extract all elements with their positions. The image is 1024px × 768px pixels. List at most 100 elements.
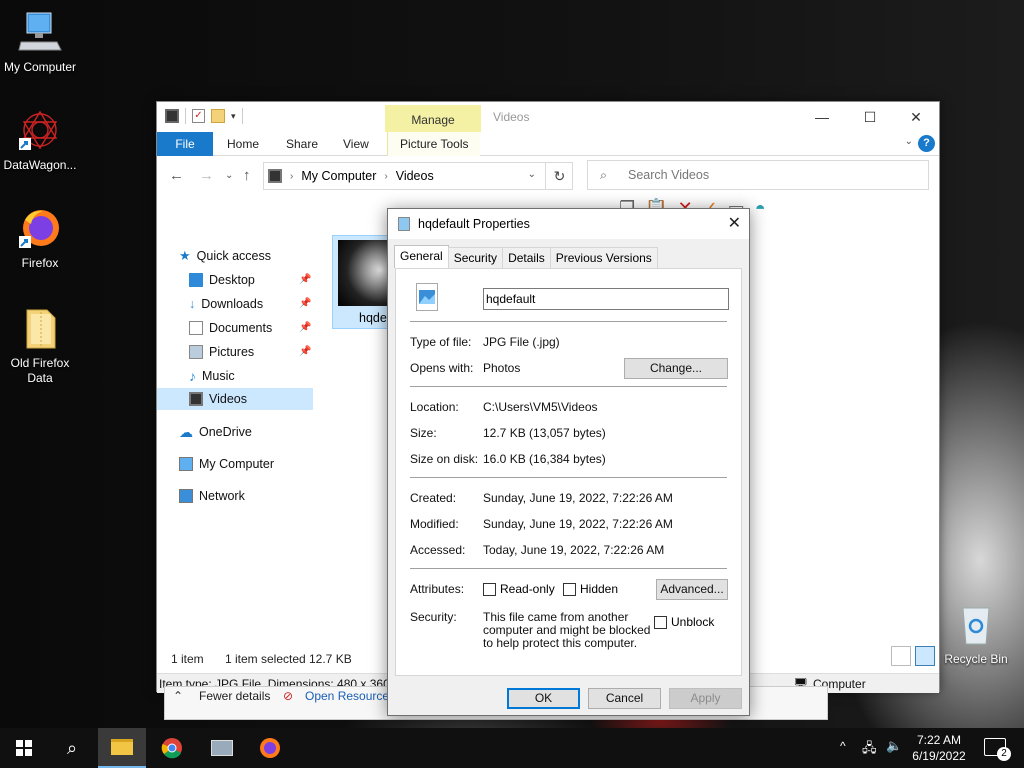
created-label: Created: — [410, 491, 457, 505]
forward-arrow-icon[interactable]: → — [199, 167, 214, 184]
notification-center-icon[interactable]: 2 — [984, 738, 1011, 761]
tab-file[interactable]: File — [157, 132, 213, 156]
tab-general[interactable]: General — [394, 245, 449, 268]
firefox-icon — [17, 206, 63, 252]
tab-view[interactable]: View — [331, 132, 381, 156]
dialog-title: hqdefault Properties — [418, 217, 530, 231]
filename-input[interactable]: hqdefault — [483, 288, 729, 310]
sidebar-item-downloads[interactable]: ↓ Downloads 📌 — [189, 293, 317, 315]
chevron-up-circle-icon[interactable]: ⌃ — [173, 689, 183, 703]
modified-label: Modified: — [410, 517, 459, 531]
recent-locations-icon[interactable]: ⌄ — [225, 170, 233, 181]
clock[interactable]: 7:22 AM 6/19/2022 — [908, 732, 970, 764]
ok-button[interactable]: OK — [507, 688, 580, 709]
film-icon[interactable] — [165, 109, 179, 123]
desktop-icon-my-computer[interactable]: My Computer — [0, 10, 80, 75]
nav-quick-access[interactable]: ★ Quick access — [179, 245, 271, 267]
refresh-icon[interactable]: ↻ — [545, 162, 573, 190]
network-icon[interactable]: 🖧 — [862, 739, 877, 761]
desktop-icon-old-firefox-data[interactable]: Old Firefox Data — [0, 306, 80, 386]
checkbox-box[interactable] — [483, 582, 496, 596]
quick-access-toolbar: ✓ ▾ — [165, 108, 243, 124]
chrome-icon — [161, 738, 182, 759]
apply-button[interactable]: Apply — [669, 688, 742, 709]
unblock-checkbox[interactable]: Unblock — [654, 615, 714, 629]
sidebar-item-music[interactable]: ♪ Music — [189, 365, 317, 387]
large-icons-view-icon[interactable] — [915, 646, 935, 666]
chevron-up-icon[interactable]: ⌄ — [905, 136, 913, 147]
tab-details[interactable]: Details — [502, 247, 551, 268]
fewer-details-link[interactable]: Fewer details — [199, 689, 270, 703]
search-placeholder: Search Videos — [628, 168, 710, 182]
nav-onedrive[interactable]: ☁ OneDrive — [179, 421, 252, 443]
checkbox-box[interactable] — [563, 582, 576, 596]
pin-icon[interactable]: 📌 — [299, 293, 311, 315]
breadcrumb-my-computer[interactable]: My Computer — [301, 169, 376, 183]
maximize-button[interactable]: ☐ — [847, 104, 893, 130]
readonly-checkbox[interactable]: Read-only — [483, 582, 555, 596]
nav-network[interactable]: Network — [179, 485, 245, 507]
hidden-checkbox[interactable]: Hidden — [563, 582, 618, 596]
change-button[interactable]: Change... — [624, 358, 728, 379]
sidebar-item-pictures[interactable]: Pictures 📌 — [189, 341, 317, 363]
properties-icon[interactable]: ✓ — [192, 109, 205, 123]
sidebar-item-desktop[interactable]: Desktop 📌 — [189, 269, 317, 291]
firefox-icon — [260, 738, 280, 758]
status-size: 12.7 KB — [309, 652, 352, 666]
location-value: C:\Users\VM5\Videos — [483, 400, 598, 414]
taskbar-firefox[interactable] — [246, 728, 294, 768]
manage-contextual-tab[interactable]: Manage — [385, 105, 481, 132]
qat-dropdown-icon[interactable]: ▾ — [231, 111, 236, 122]
breadcrumb-videos[interactable]: Videos — [396, 169, 434, 183]
search-button[interactable]: ⌕ — [48, 728, 96, 768]
search-input[interactable]: ⌕ Search Videos — [587, 160, 929, 190]
details-view-icon[interactable] — [891, 646, 911, 666]
volume-icon[interactable]: 🔈 — [886, 738, 902, 754]
window-title: Videos — [493, 110, 530, 124]
taskbar-chrome[interactable] — [148, 728, 196, 768]
desktop-icon-datawagon[interactable]: DataWagon... — [0, 108, 80, 173]
show-hidden-icons[interactable]: ^ — [840, 739, 846, 753]
pin-icon[interactable]: 📌 — [299, 341, 311, 363]
new-folder-icon[interactable] — [211, 109, 225, 123]
open-resource-link[interactable]: Open Resource — [305, 689, 389, 703]
chevron-right-icon[interactable]: › — [290, 171, 293, 182]
tab-previous-versions[interactable]: Previous Versions — [549, 247, 658, 268]
chevron-right-icon[interactable]: › — [384, 171, 387, 182]
file-item-hqdefault[interactable]: hqdef — [332, 235, 394, 329]
nav-label: Documents — [209, 321, 273, 335]
dialog-close-button[interactable]: ✕ — [728, 213, 741, 233]
divider — [410, 386, 727, 387]
desktop-icon-label: Firefox — [21, 256, 59, 270]
start-button[interactable] — [0, 728, 48, 768]
tab-home[interactable]: Home — [215, 132, 271, 156]
address-dropdown-icon[interactable]: ⌄ — [528, 169, 536, 180]
shell-icon[interactable]: ◓ — [755, 198, 766, 219]
taskbar-file-explorer[interactable] — [98, 728, 146, 768]
tab-security[interactable]: Security — [447, 247, 504, 268]
desktop-icon-recycle-bin[interactable]: Recycle Bin — [936, 602, 1016, 667]
taskbar-computer[interactable] — [198, 728, 246, 768]
nav-label: Downloads — [201, 297, 264, 311]
music-note-icon: ♪ — [189, 368, 196, 384]
tab-picture-tools[interactable]: Picture Tools — [387, 132, 481, 156]
advanced-button[interactable]: Advanced... — [656, 579, 728, 600]
folder-icon — [17, 306, 63, 352]
sidebar-item-documents[interactable]: Documents 📌 — [189, 317, 317, 339]
sidebar-item-videos[interactable]: Videos — [157, 388, 313, 410]
minimize-button[interactable]: — — [799, 104, 845, 130]
pin-icon[interactable]: 📌 — [299, 269, 311, 291]
desktop-icon-firefox[interactable]: Firefox — [0, 206, 80, 271]
address-bar[interactable]: › My Computer › Videos ⌄ — [263, 162, 573, 190]
nav-my-computer[interactable]: My Computer — [179, 453, 274, 475]
help-icon[interactable]: ? — [918, 135, 935, 152]
pin-icon[interactable]: 📌 — [299, 317, 311, 339]
checkbox-box[interactable] — [654, 615, 667, 629]
cancel-button[interactable]: Cancel — [588, 688, 661, 709]
close-button[interactable]: ✕ — [893, 104, 939, 130]
shield-icon: ⊘ — [283, 689, 294, 703]
tab-share[interactable]: Share — [274, 132, 330, 156]
up-arrow-icon[interactable]: ↑ — [243, 167, 251, 184]
size-on-disk-value: 16.0 KB (16,384 bytes) — [483, 452, 606, 466]
back-arrow-icon[interactable]: ← — [169, 167, 184, 184]
